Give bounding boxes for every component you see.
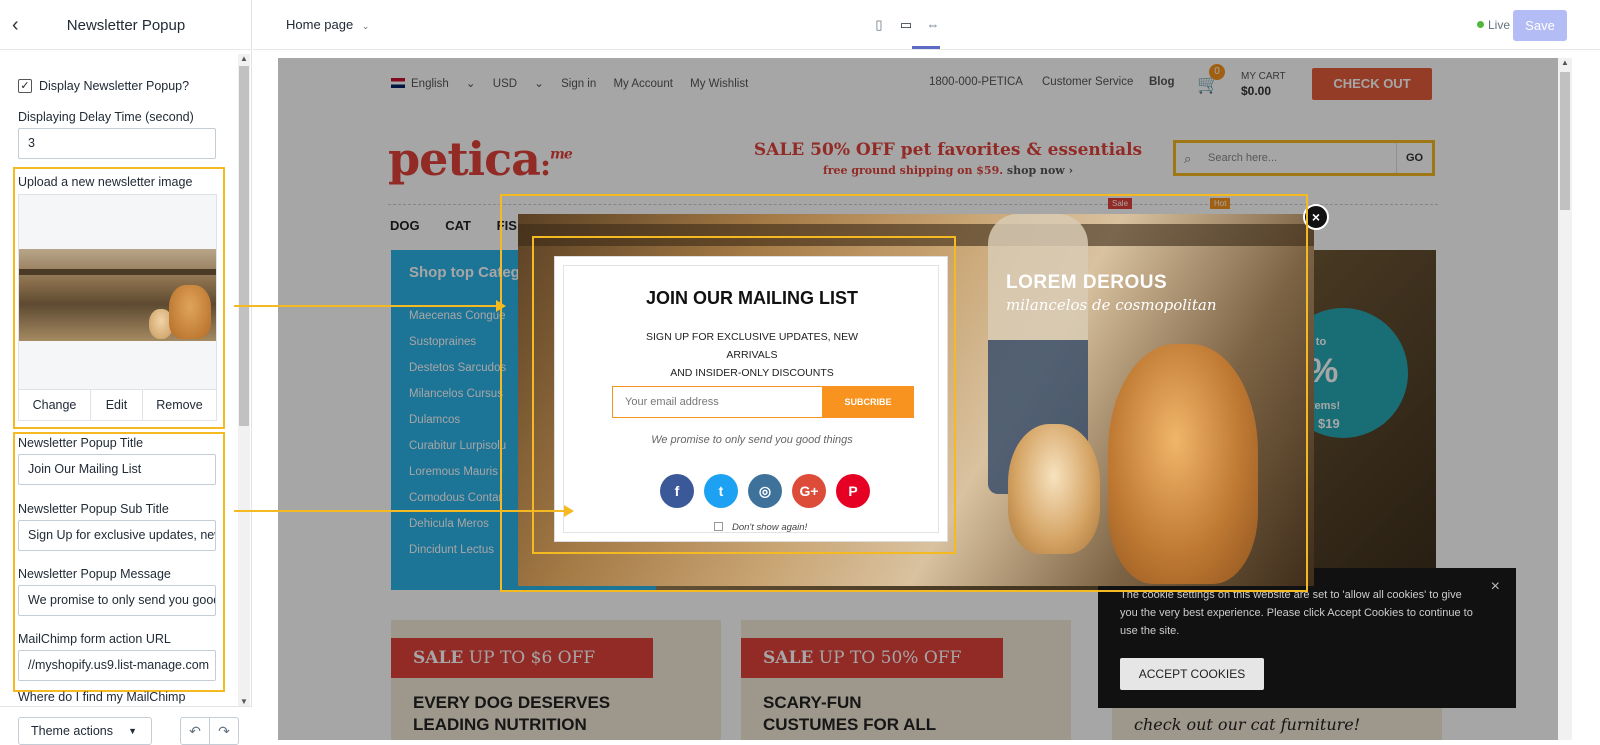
- caret-down-icon: ▼: [128, 726, 137, 736]
- store-preview: English ⌄ USD ⌄ Sign in My Account My Wi…: [278, 58, 1558, 740]
- mailchimp-help-link[interactable]: Where do I find my MailChimp: [18, 690, 185, 704]
- chevron-down-icon: ⌄: [361, 21, 370, 31]
- popup-subtitle-label: Newsletter Popup Sub Title: [18, 502, 169, 516]
- live-status: Live: [1477, 18, 1510, 32]
- delay-input[interactable]: 3: [18, 128, 216, 159]
- remove-image-button[interactable]: Remove: [143, 390, 216, 420]
- cookie-close-icon[interactable]: ×: [1491, 578, 1500, 596]
- theme-actions-label: Theme actions: [31, 724, 113, 738]
- mailchimp-input[interactable]: //myshopify.us9.list-manage.com: [18, 650, 216, 681]
- scroll-up-icon[interactable]: ▲: [240, 54, 248, 63]
- save-button[interactable]: Save: [1513, 10, 1567, 41]
- panel-footer: Theme actions ▼ ↶ ↷: [0, 706, 252, 745]
- annotation-arrowhead: [496, 300, 506, 312]
- active-view-indicator: [912, 46, 940, 49]
- fullscreen-view-icon[interactable]: ⇔: [924, 16, 942, 34]
- undo-icon[interactable]: ↶: [180, 717, 210, 745]
- panel-header: ‹ Newsletter Popup: [0, 0, 252, 50]
- editor-topbar: Home page ⌄ ▯ ▭ ⇔ Live Save: [253, 0, 1600, 50]
- image-actions: Change Edit Remove: [18, 389, 217, 421]
- desktop-view-icon[interactable]: ▭: [897, 16, 915, 34]
- edit-image-button[interactable]: Edit: [91, 390, 143, 420]
- theme-actions-button[interactable]: Theme actions ▼: [18, 717, 152, 745]
- panel-scrollbar[interactable]: ▲ ▼: [238, 54, 250, 706]
- mobile-view-icon[interactable]: ▯: [870, 16, 888, 34]
- scrollbar-thumb[interactable]: [1560, 72, 1570, 210]
- upload-label: Upload a new newsletter image: [18, 175, 193, 189]
- display-popup-label: Display Newsletter Popup?: [39, 79, 190, 93]
- popup-title-label: Newsletter Popup Title: [18, 436, 144, 450]
- preview-scrollbar[interactable]: ▲: [1558, 58, 1572, 740]
- annotation-text-box: [532, 236, 956, 554]
- annotation-arrow-image: [234, 305, 496, 307]
- settings-panel: ‹ Newsletter Popup ✓ Display Newsletter …: [0, 0, 252, 745]
- accept-cookies-button[interactable]: ACCEPT COOKIES: [1120, 658, 1264, 690]
- live-dot-icon: [1477, 21, 1484, 28]
- change-image-button[interactable]: Change: [19, 390, 91, 420]
- page-selector[interactable]: Home page ⌄: [286, 17, 369, 32]
- annotation-arrow-fields: [234, 510, 564, 512]
- popup-message-input[interactable]: We promise to only send you good things: [18, 585, 216, 616]
- image-preview: [18, 194, 217, 394]
- settings-scroll-area: ✓ Display Newsletter Popup? Displaying D…: [0, 52, 236, 704]
- delay-label: Displaying Delay Time (second): [18, 110, 194, 124]
- panel-title: Newsletter Popup: [66, 17, 186, 34]
- popup-message-label: Newsletter Popup Message: [18, 567, 171, 581]
- newsletter-thumbnail: [19, 249, 216, 341]
- popup-subtitle-input[interactable]: Sign Up for exclusive updates, new arriv…: [18, 520, 216, 551]
- cookie-text: The cookie settings on this website are …: [1120, 589, 1473, 637]
- annotation-arrowhead: [564, 505, 574, 517]
- scroll-up-icon[interactable]: ▲: [1561, 58, 1569, 67]
- page-selector-label: Home page: [286, 17, 354, 32]
- scroll-down-icon[interactable]: ▼: [240, 697, 248, 706]
- display-popup-checkbox[interactable]: ✓: [18, 79, 32, 93]
- popup-title-input[interactable]: Join Our Mailing List: [18, 454, 216, 485]
- mailchimp-label: MailChimp form action URL: [18, 632, 171, 646]
- redo-icon[interactable]: ↷: [209, 717, 239, 745]
- scrollbar-thumb[interactable]: [239, 66, 249, 426]
